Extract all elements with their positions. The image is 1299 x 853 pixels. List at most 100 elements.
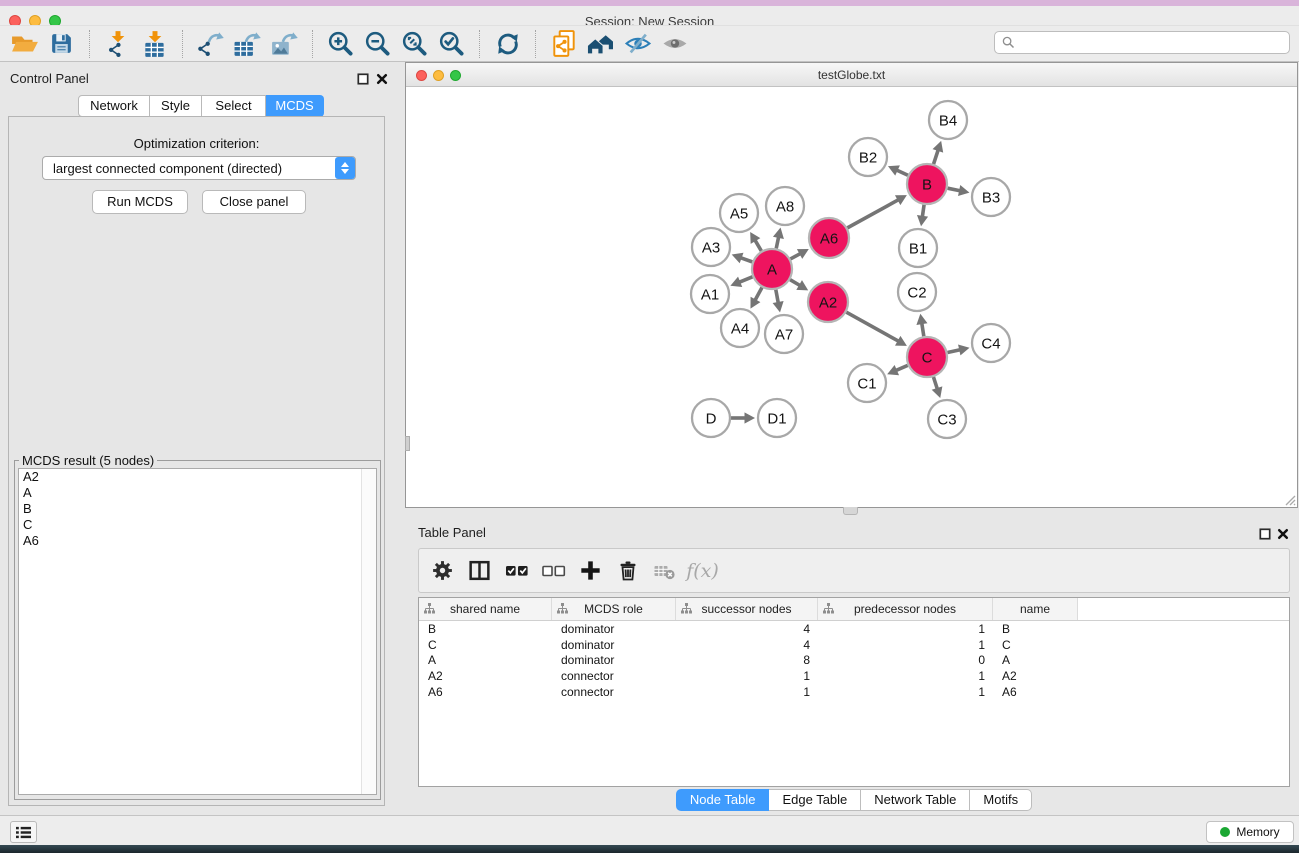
table-cell[interactable]: A2 xyxy=(419,669,552,683)
graph-node-C2[interactable]: C2 xyxy=(898,273,936,311)
tab-style[interactable]: Style xyxy=(150,95,202,117)
table-cell[interactable]: A xyxy=(419,653,552,667)
run-mcds-button[interactable]: Run MCDS xyxy=(92,190,188,214)
optimization-criterion-select[interactable]: largest connected component (directed) xyxy=(42,156,356,180)
graph-node-B3[interactable]: B3 xyxy=(972,178,1010,216)
table-cell[interactable]: 1 xyxy=(818,685,993,699)
hide-selected-button[interactable] xyxy=(619,29,656,59)
graph-node-B2[interactable]: B2 xyxy=(849,138,887,176)
table-cell[interactable]: A xyxy=(993,653,1078,667)
table-cell[interactable]: A6 xyxy=(993,685,1078,699)
graph-edge-C-C2[interactable] xyxy=(916,314,927,337)
import-network-button[interactable] xyxy=(99,29,136,59)
graph-node-A[interactable]: A xyxy=(752,249,792,289)
graph-node-A8[interactable]: A8 xyxy=(766,187,804,225)
table-cell[interactable]: C xyxy=(993,638,1078,652)
mcds-result-item[interactable]: A2 xyxy=(19,469,376,485)
network-resize-grip[interactable] xyxy=(1282,492,1296,506)
graph-node-C4[interactable]: C4 xyxy=(972,324,1010,362)
table-settings-button[interactable] xyxy=(426,555,459,587)
network-close-button[interactable] xyxy=(416,70,427,81)
graph-edge-A-A6[interactable] xyxy=(790,249,808,259)
column-header-successor-nodes[interactable]: successor nodes xyxy=(676,598,818,620)
network-zoom-button[interactable] xyxy=(450,70,461,81)
table-cell[interactable]: 4 xyxy=(676,638,818,652)
graph-edge-B-B1[interactable] xyxy=(917,205,928,226)
tab-select[interactable]: Select xyxy=(202,95,266,117)
refresh-network-button[interactable] xyxy=(489,29,526,59)
table-row[interactable]: Adominator80A xyxy=(419,653,1289,669)
first-neighbors-button[interactable] xyxy=(582,29,619,59)
graph-edge-A-A7[interactable] xyxy=(773,290,784,313)
tab-node-table[interactable]: Node Table xyxy=(676,789,770,811)
graph-node-C1[interactable]: C1 xyxy=(848,364,886,402)
network-canvas[interactable]: B4B2BB3A5A8A6B1A3AC2A1A2A4A7C4CC1C3DD1 xyxy=(406,87,1297,507)
graph-edge-C-C1[interactable] xyxy=(887,365,908,375)
task-history-button[interactable] xyxy=(10,821,37,843)
graph-node-A2[interactable]: A2 xyxy=(808,282,848,322)
splitpane-grip[interactable] xyxy=(843,507,858,515)
export-table-button[interactable] xyxy=(229,29,266,59)
session-search-field[interactable] xyxy=(994,31,1290,54)
mcds-result-item[interactable]: A xyxy=(19,485,376,501)
table-cell[interactable]: 1 xyxy=(818,669,993,683)
tab-network-table[interactable]: Network Table xyxy=(861,789,970,811)
column-header-name[interactable]: name xyxy=(993,598,1078,620)
table-cell[interactable]: dominator xyxy=(552,653,676,667)
tab-network[interactable]: Network xyxy=(78,95,150,117)
column-header-shared-name[interactable]: shared name xyxy=(419,598,552,620)
tab-motifs[interactable]: Motifs xyxy=(970,789,1032,811)
table-cell[interactable]: 1 xyxy=(818,622,993,636)
graph-node-B1[interactable]: B1 xyxy=(899,229,937,267)
table-row[interactable]: Bdominator41B xyxy=(419,621,1289,637)
graph-node-A7[interactable]: A7 xyxy=(765,315,803,353)
table-row[interactable]: A2connector11A2 xyxy=(419,668,1289,684)
control-panel-close-icon[interactable] xyxy=(375,72,388,85)
zoom-selected-button[interactable] xyxy=(433,29,470,59)
graph-edge-A-A1[interactable] xyxy=(730,277,752,287)
table-cell[interactable]: 1 xyxy=(676,685,818,699)
clone-network-button[interactable] xyxy=(545,29,582,59)
graph-edge-A-A8[interactable] xyxy=(773,228,784,249)
zoom-out-button[interactable] xyxy=(359,29,396,59)
memory-button[interactable]: Memory xyxy=(1206,821,1294,843)
graph-edge-A-A2[interactable] xyxy=(790,280,808,291)
graph-edge-A6-B[interactable] xyxy=(847,195,906,228)
close-panel-button[interactable]: Close panel xyxy=(202,190,306,214)
graph-edge-A2-C[interactable] xyxy=(846,312,907,346)
graph-node-B[interactable]: B xyxy=(907,164,947,204)
graph-edge-A-A3[interactable] xyxy=(732,253,753,264)
table-cell[interactable]: dominator xyxy=(552,638,676,652)
graph-edge-C-C4[interactable] xyxy=(948,344,970,355)
table-cell[interactable]: 4 xyxy=(676,622,818,636)
table-cell[interactable]: B xyxy=(993,622,1078,636)
graph-edge-B-B4[interactable] xyxy=(933,141,944,164)
export-network-button[interactable] xyxy=(192,29,229,59)
graph-node-A5[interactable]: A5 xyxy=(720,194,758,232)
graph-edge-D-D1[interactable] xyxy=(731,412,755,423)
graph-node-A4[interactable]: A4 xyxy=(721,309,759,347)
graph-node-A6[interactable]: A6 xyxy=(809,218,849,258)
select-all-rows-button[interactable] xyxy=(500,555,533,587)
tab-mcds[interactable]: MCDS xyxy=(266,95,324,117)
table-cell[interactable]: A6 xyxy=(419,685,552,699)
table-cell[interactable]: connector xyxy=(552,685,676,699)
toggle-panes-button[interactable] xyxy=(463,555,496,587)
deselect-all-rows-button[interactable] xyxy=(537,555,570,587)
table-cell[interactable]: 1 xyxy=(676,669,818,683)
network-left-grip[interactable] xyxy=(405,436,410,451)
graph-node-B4[interactable]: B4 xyxy=(929,101,967,139)
table-cell[interactable]: dominator xyxy=(552,622,676,636)
search-input[interactable] xyxy=(1020,31,1289,54)
graph-node-D1[interactable]: D1 xyxy=(758,399,796,437)
graph-edge-B-B2[interactable] xyxy=(888,165,908,175)
graph-edge-C-C3[interactable] xyxy=(932,377,943,398)
table-cell[interactable]: B xyxy=(419,622,552,636)
import-table-button[interactable] xyxy=(136,29,173,59)
open-session-button[interactable] xyxy=(6,29,43,59)
table-cell[interactable]: connector xyxy=(552,669,676,683)
table-row[interactable]: A6connector11A6 xyxy=(419,684,1289,700)
graph-node-D[interactable]: D xyxy=(692,399,730,437)
delete-column-button[interactable] xyxy=(611,555,644,587)
mcds-list-scrollbar[interactable] xyxy=(361,469,376,794)
